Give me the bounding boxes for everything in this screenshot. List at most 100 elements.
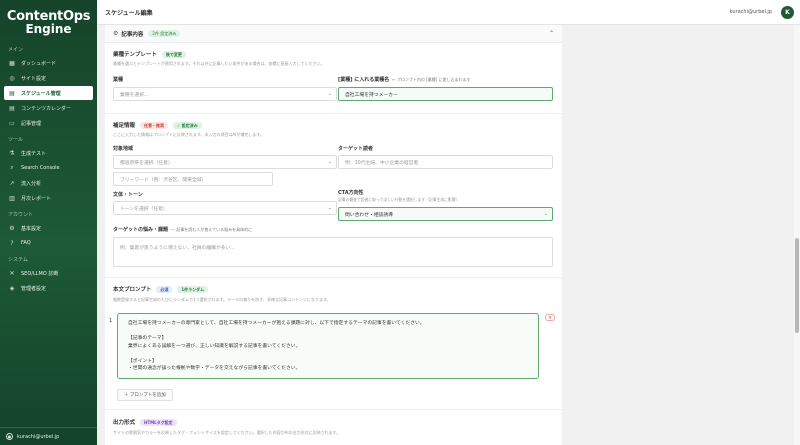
industry-select-value: 業種を選択... [120, 92, 149, 98]
output-title: 出力形式 [113, 420, 136, 426]
template-block-title: 業種テンプレート 後で変更 [113, 50, 186, 58]
tone-select[interactable]: トーンを選択（任意） ⌄ [113, 201, 337, 215]
add-prompt-button[interactable]: ＋ プロンプトを追加 [117, 389, 173, 401]
supplement-title: 補足情報 [113, 123, 136, 129]
help-icon: ? [10, 239, 14, 247]
sidebar-item[interactable]: ◎ サイト設定 [4, 71, 93, 85]
cta-hint: 記事の最後で読者に取ってほしい行動を選択します（記事生成に影響） [338, 197, 460, 202]
tone-select-value: トーンを選択（任意） [120, 206, 168, 212]
search-icon: ⌕ [10, 164, 14, 171]
company-input-value: 自社工場を持つメーカー [345, 92, 398, 98]
cta-select-value: 問い合わせ・相談誘導 [345, 212, 393, 218]
document-icon: ▭ [9, 119, 15, 127]
sidebar-item[interactable]: ⚙ 基本設定 [4, 221, 93, 235]
sidebar-nav: メイン ▦ ダッシュボード ◎ サイト設定 ▤ スケジュール管理 ▤ コンテンツカレンダー ▭ 記事… [0, 46, 97, 295]
template-badge: 後で変更 [161, 50, 186, 58]
sidebar-item-label: 月次レポート [21, 195, 52, 202]
template-description: 業種を選ぶとテンプレートが適用されます。それ以外に記事したい条件がある場合は、各… [113, 61, 325, 66]
sidebar-footer-user[interactable]: ● kurachi@urbel.jp [0, 427, 97, 445]
content-background [562, 25, 800, 445]
supplement-badge-set: ✓ 設定済み [173, 121, 202, 129]
sidebar-item[interactable]: ▥ 月次レポート [4, 191, 93, 205]
target-region-select[interactable]: 都道府県を選択（任意） ⌄ [113, 155, 337, 169]
sidebar-item-label: コンテンツカレンダー [21, 105, 72, 112]
target-reader-input[interactable]: 例：30代主婦、中小企業の経営者 [338, 155, 553, 169]
company-label-text: [業種] に入れる業種名 [338, 77, 390, 83]
sidebar-section-label: アカウント [8, 212, 34, 218]
template-title: 業種テンプレート [113, 52, 157, 58]
sidebar: ContentOps Engine メイン ▦ ダッシュボード ◎ サイト設定 ▤ スケジュ… [0, 0, 97, 445]
scrollbar-track[interactable] [794, 25, 800, 445]
chevron-down-icon: ⌄ [543, 211, 548, 217]
target-reader-label: ターゲット読者 [338, 146, 374, 152]
prompt-textarea[interactable]: 自社工場を持つメーカーの専門家として、自社工場を持つメーカーが抱える課題に対し、… [117, 313, 539, 379]
pain-label-sub: — 記事を読む人が抱えている悩みを具体的に [171, 227, 253, 232]
free-word-placeholder: フリーワード（例：渋谷区、関東全域） [120, 177, 207, 183]
close-icon[interactable]: × [545, 314, 555, 321]
shield-icon: ◈ [9, 284, 15, 292]
sidebar-item-label: スケジュール管理 [21, 90, 61, 97]
supplement-block-title: 補足情報 任意・推奨 ✓ 設定済み [113, 121, 202, 129]
divider [105, 113, 562, 114]
sidebar-item[interactable]: ⌕ Search Console [4, 161, 93, 175]
cta-select[interactable]: 問い合わせ・相談誘導 ⌄ [338, 207, 553, 221]
sidebar-item-label: ダッシュボード [21, 60, 57, 67]
sidebar-item[interactable]: ✕ SEO/LLMO 診断 [4, 266, 93, 280]
scrollbar-thumb[interactable] [795, 238, 799, 333]
calendar-icon: ▤ [9, 89, 15, 97]
pain-label: ターゲットの悩み・課題 — 記事を読む人が抱えている悩みを具体的に [113, 226, 252, 233]
app-logo[interactable]: ContentOps Engine [0, 0, 97, 46]
wrench-icon: ✕ [9, 269, 15, 277]
chevron-down-icon: ⌄ [327, 159, 332, 165]
flask-icon: ⚗ [9, 149, 15, 157]
footer-user-email: kurachi@urbel.jp [17, 433, 60, 440]
sidebar-item[interactable]: ▤ コンテンツカレンダー [4, 101, 93, 115]
free-word-input[interactable]: フリーワード（例：渋谷区、関東全域） [113, 172, 273, 186]
grid-icon: ▦ [9, 59, 15, 67]
section-header-article-content[interactable]: ⚙ 記事内容 2件 設定済み ⌃ [105, 25, 562, 43]
pain-placeholder: 例：集客が思うように増えない、社員の離職が多い... [120, 246, 235, 251]
sidebar-item[interactable]: ◈ 管理者設定 [4, 281, 93, 295]
pain-label-text: ターゲットの悩み・課題 [113, 227, 169, 233]
sidebar-item[interactable]: ⚗ 生成テスト [4, 146, 93, 160]
divider [105, 409, 562, 410]
avatar[interactable]: K [781, 5, 794, 19]
company-label-sub: ← プロンプト内の [業種] に差し込まれます [392, 77, 471, 82]
output-block-title: 出力形式 HTMLタグ設定 [113, 418, 177, 426]
prompt-badge-count: 1件ランダム [177, 285, 209, 293]
logo-line2: Engine [25, 22, 72, 36]
sidebar-item[interactable]: ? FAQ [4, 236, 93, 250]
sidebar-item-label: 管理者設定 [21, 285, 47, 292]
prompt-number: 1 [109, 318, 113, 324]
sidebar-item[interactable]: ▤ スケジュール管理 [4, 86, 93, 100]
sidebar-section-label: メイン [8, 47, 24, 53]
output-description: サイトの雰囲気やカラーを反映したタグ・フォントサイズを設定してください。選択した… [113, 430, 341, 435]
cta-label: CTA方向性 [338, 190, 364, 196]
gear-icon: ⚙ [113, 30, 119, 37]
sidebar-item-label: 基本設定 [21, 225, 42, 232]
output-badge: HTMLタグ設定 [140, 418, 177, 426]
chevron-up-icon[interactable]: ⌃ [549, 30, 554, 37]
target-reader-placeholder: 例：30代主婦、中小企業の経営者 [345, 160, 419, 166]
pain-textarea[interactable]: 例：集客が思うように増えない、社員の離職が多い... [113, 237, 553, 267]
calendar-icon: ▤ [9, 104, 15, 112]
company-input[interactable]: 自社工場を持つメーカー [338, 87, 553, 101]
sidebar-item-label: 記事管理 [21, 120, 42, 127]
sidebar-item-label: 流入分析 [21, 180, 42, 187]
sidebar-item[interactable]: ▭ 記事管理 [4, 116, 93, 130]
sidebar-item[interactable]: ↗ 流入分析 [4, 176, 93, 190]
sidebar-item-label: サイト設定 [21, 75, 47, 82]
header-user-email: kurachi@urbel.jp [729, 9, 772, 15]
prompt-badge-required: 必須 [156, 285, 173, 293]
prompt-title: 本文プロンプト [113, 287, 152, 293]
status-badge: 2件 設定済み [148, 30, 181, 37]
report-icon: ▥ [9, 194, 15, 202]
top-header: スケジュール編集 kurachi@urbel.jp K [97, 0, 800, 25]
industry-select[interactable]: 業種を選択... ⌄ [113, 87, 337, 101]
chevron-down-icon: ⌄ [327, 91, 332, 97]
sidebar-section-label: ツール [8, 137, 24, 143]
sidebar-item[interactable]: ▦ ダッシュボード [4, 56, 93, 70]
prompt-block-title: 本文プロンプト 必須 1件ランダム [113, 285, 209, 293]
supplement-badge-required: 任意・推奨 [140, 121, 169, 129]
company-label: [業種] に入れる業種名 ← プロンプト内の [業種] に差し込まれます [338, 76, 470, 83]
